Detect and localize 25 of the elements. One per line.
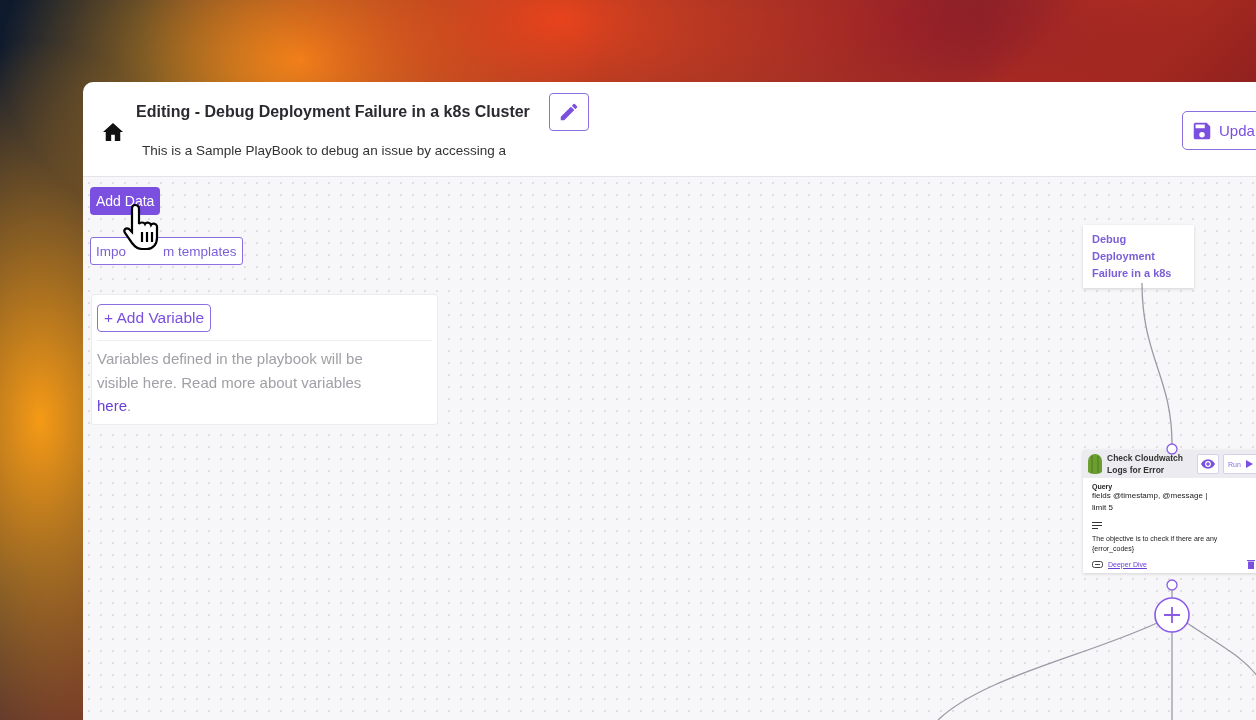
edit-button[interactable] (548, 93, 589, 131)
trash-icon[interactable] (1247, 559, 1255, 569)
add-data-button[interactable]: Add Data (90, 187, 161, 215)
playbook-title: Editing - Debug Deployment Failure in a k8s Cluster (136, 103, 530, 121)
playbook-description: This is a Sample PlayBook to debug an issue by accessing a (142, 143, 507, 158)
step-title: Check Cloudwatch Logs for Error (1107, 452, 1185, 476)
variables-help-text: Variables defined in the playbook will be visible here. Read more about variables here. (97, 340, 432, 418)
preview-button[interactable] (1197, 454, 1219, 474)
add-step-button[interactable] (1154, 597, 1190, 633)
play-icon (1245, 460, 1253, 468)
edge-line (1186, 622, 1256, 678)
text-lines-icon (1092, 522, 1102, 529)
query-text: limit 5 (1092, 502, 1114, 514)
playbook-node[interactable]: Debug Deployment Failure in a k8s (1083, 225, 1194, 288)
connector-handle[interactable] (1166, 443, 1178, 455)
connector-handle[interactable] (1166, 579, 1178, 591)
update-button[interactable]: Upda (1182, 111, 1256, 150)
here-link[interactable]: here (97, 397, 128, 414)
bucket-icon (1087, 453, 1103, 475)
add-variable-button[interactable]: + Add Variable (97, 304, 212, 332)
edge-line (1171, 589, 1173, 599)
eye-icon (1201, 459, 1215, 469)
link-icon (1092, 560, 1103, 568)
query-text: fields @timestamp, @message | (1092, 491, 1209, 502)
home-icon[interactable] (102, 122, 124, 142)
